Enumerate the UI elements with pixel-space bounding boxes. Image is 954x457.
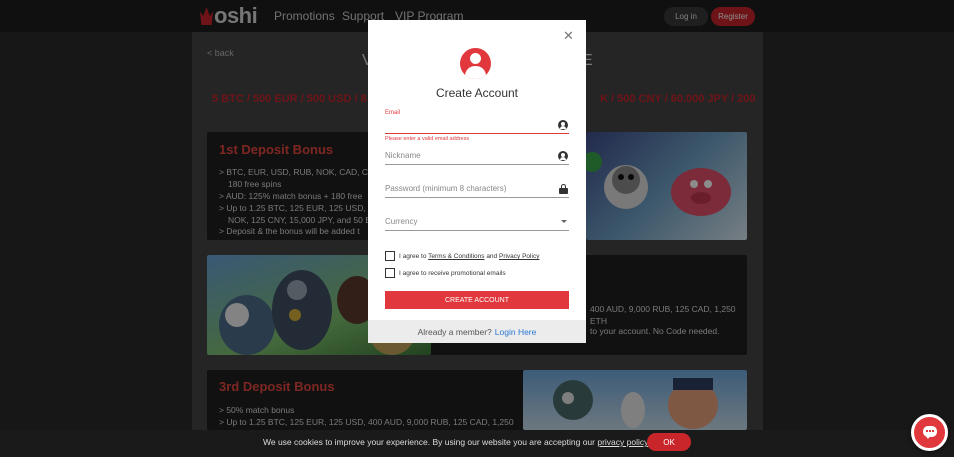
terms-checkbox[interactable] — [385, 251, 395, 261]
currency-select[interactable]: Currency — [385, 213, 569, 231]
email-error-message: Please enter a valid email address — [385, 136, 470, 142]
close-icon[interactable]: ✕ — [563, 29, 575, 42]
lock-icon — [559, 184, 568, 194]
modal-footer: Already a member? Login Here — [368, 320, 586, 343]
terms-label: I agree to Terms & Conditions and Privac… — [399, 253, 540, 260]
chevron-down-icon — [561, 220, 567, 223]
login-here-link[interactable]: Login Here — [495, 327, 537, 337]
user-circle-icon — [558, 151, 568, 161]
already-member-text: Already a member? — [417, 326, 492, 337]
promo-label: I agree to receive promotional emails — [399, 270, 506, 277]
privacy-policy-link[interactable]: privacy policy — [597, 437, 648, 447]
promo-checkbox[interactable] — [385, 268, 395, 278]
chat-button[interactable] — [911, 414, 948, 451]
email-field[interactable] — [385, 116, 569, 134]
terms-link[interactable]: Terms & Conditions — [428, 253, 484, 260]
cookie-ok-button[interactable]: OK — [647, 433, 691, 451]
create-account-button[interactable]: CREATE ACCOUNT — [385, 291, 569, 309]
user-circle-icon — [558, 120, 568, 130]
privacy-link[interactable]: Privacy Policy — [499, 253, 539, 260]
nickname-field[interactable]: Nickname — [385, 147, 569, 165]
currency-placeholder: Currency — [385, 217, 418, 226]
modal-title: Create Account — [435, 86, 519, 100]
cookie-text: We use cookies to improve your experienc… — [263, 437, 649, 447]
user-avatar-icon — [460, 48, 491, 79]
password-field[interactable]: Password (minimum 8 characters) — [385, 180, 569, 198]
nickname-placeholder: Nickname — [385, 151, 421, 160]
password-placeholder: Password (minimum 8 characters) — [385, 184, 507, 193]
